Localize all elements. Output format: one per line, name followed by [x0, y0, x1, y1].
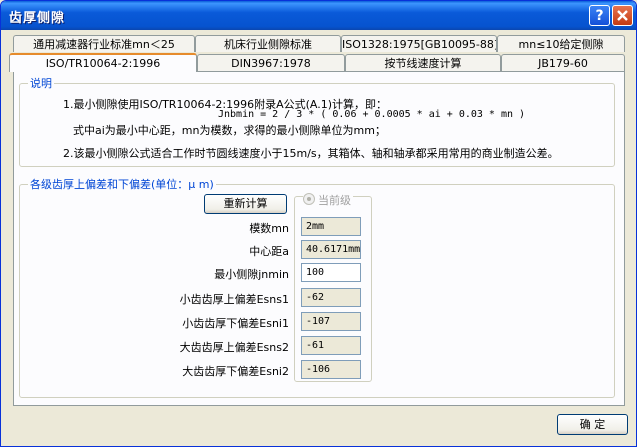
field-label: 最小侧隙jnmin — [214, 268, 289, 281]
dialog-window: 齿厚侧隙 ? 通用减速器行业标准mn＜25 机床行业侧隙标准 ISO1328:1… — [0, 0, 637, 447]
deviation-group-title: 各级齿厚上偏差和下偏差(单位：μ m) — [28, 176, 216, 192]
module-field: 2mm — [301, 217, 361, 236]
question-icon: ? — [595, 8, 604, 24]
tab-general-reducer[interactable]: 通用减速器行业标准mn＜25 — [13, 35, 195, 52]
help-button[interactable]: ? — [589, 5, 610, 26]
min-backlash-input[interactable]: 100 — [301, 263, 361, 282]
tab-iso-tr10064[interactable]: ISO/TR10064-2:1996 — [9, 53, 197, 72]
title-bar[interactable]: 齿厚侧隙 ? — [1, 1, 636, 30]
note-formula: Jnbmin = 2 / 3 * ( 0.06 + 0.0005 * ai + … — [218, 109, 526, 120]
center-distance-field: 40.6171mm — [301, 240, 361, 259]
pinion-lower-deviation-field: -107 — [301, 312, 361, 331]
tab-pitch-speed[interactable]: 按节线速度计算 — [345, 54, 501, 71]
ok-button[interactable]: 确 定 — [557, 414, 628, 435]
note-line-2: 式中ai为最小中心距，mn为模数，求得的最小侧隙单位为mm； — [73, 124, 386, 137]
gear-upper-deviation-field: -61 — [301, 336, 361, 355]
pinion-upper-deviation-field: -62 — [301, 288, 361, 307]
current-level-radio[interactable]: 当前级 — [303, 192, 353, 208]
close-icon — [617, 10, 628, 21]
current-level-label: 当前级 — [318, 194, 351, 207]
gear-lower-deviation-field: -106 — [301, 360, 361, 379]
radio-icon — [303, 193, 315, 205]
tab-iso1328[interactable]: ISO1328:1975[GB10095-88] — [341, 35, 497, 52]
field-label: 大齿齿厚上偏差Esns2 — [179, 341, 289, 354]
recalculate-button[interactable]: 重新计算 — [204, 194, 287, 214]
tab-din3967[interactable]: DIN3967:1978 — [197, 54, 345, 71]
tab-given-backlash[interactable]: mn≤10给定侧隙 — [497, 35, 625, 52]
field-label: 小齿齿厚下偏差Esni1 — [182, 317, 289, 330]
field-label: 小齿齿厚上偏差Esns1 — [179, 293, 289, 306]
window-title: 齿厚侧隙 — [9, 11, 66, 26]
tab-jb179[interactable]: JB179-60 — [501, 54, 625, 71]
tab-machine-tool[interactable]: 机床行业侧隙标准 — [195, 35, 341, 52]
field-label: 模数mn — [249, 222, 289, 235]
note-line-3: 2.该最小侧隙公式适合工作时节圆线速度小于15m/s，其箱体、轴和轴承都采用常用… — [63, 147, 559, 160]
field-label: 大齿齿厚下偏差Esni2 — [182, 365, 289, 378]
field-label: 中心距a — [249, 245, 289, 258]
close-button[interactable] — [612, 5, 633, 26]
notes-group-title: 说明 — [28, 75, 54, 91]
